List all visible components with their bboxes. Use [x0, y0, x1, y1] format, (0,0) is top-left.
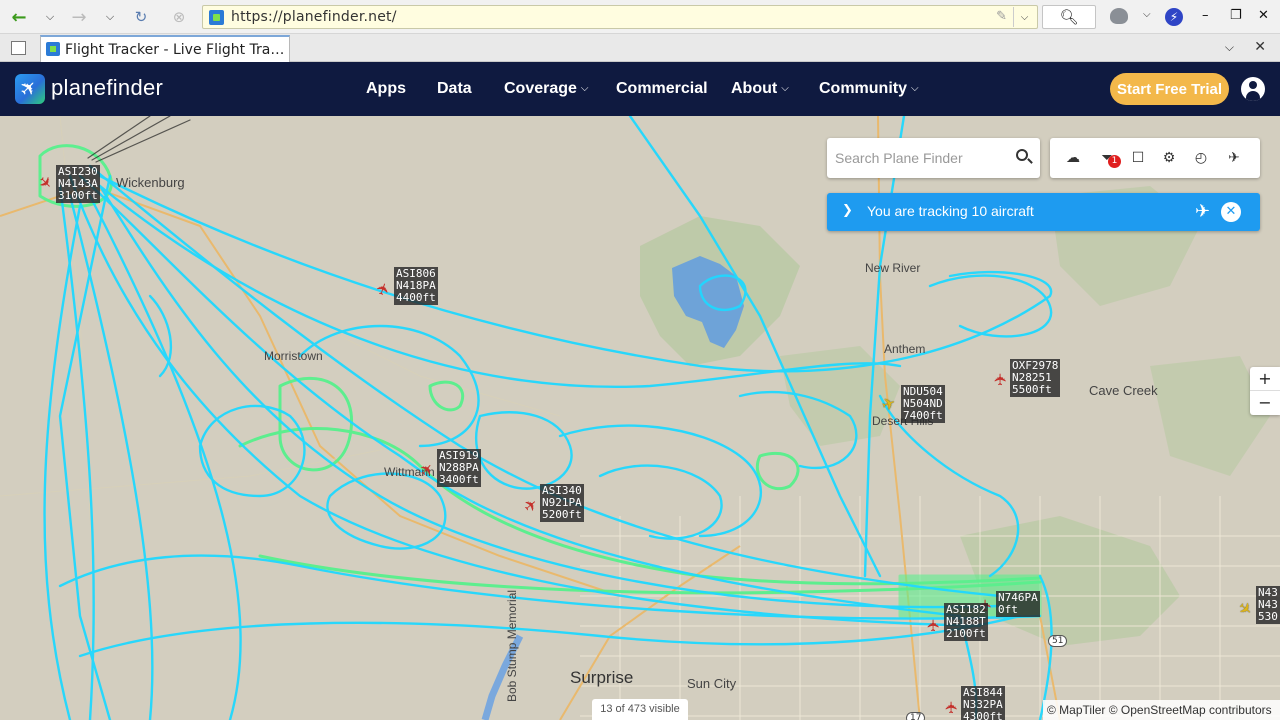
- aircraft-label[interactable]: ASI182 N4188T 2100ft: [944, 603, 988, 641]
- nav-about-label: About: [731, 80, 778, 97]
- tab-title: Flight Tracker - Live Flight Trac…: [65, 42, 285, 58]
- place-label: Cave Creek: [1089, 383, 1158, 398]
- magnifier-icon: 🔍︎: [1059, 8, 1079, 26]
- zoom-out-button[interactable]: −: [1250, 391, 1280, 415]
- gear-icon[interactable]: ⚙: [1160, 149, 1178, 167]
- plane-search-input[interactable]: [835, 144, 1005, 172]
- place-label: Wickenburg: [116, 175, 185, 190]
- filter-icon[interactable]: ⏷ 1: [1098, 149, 1121, 168]
- reload-icon[interactable]: ↻: [130, 6, 152, 28]
- minimize-window-icon[interactable]: –: [1202, 8, 1209, 23]
- search-icon[interactable]: [1016, 149, 1028, 161]
- chevron-down-icon: ⌵: [781, 83, 789, 94]
- stop-icon[interactable]: ⊗: [168, 6, 190, 28]
- logo-text[interactable]: planefinder: [51, 75, 163, 101]
- nav-apps[interactable]: Apps: [366, 80, 406, 98]
- nav-coverage-label: Coverage: [504, 80, 577, 97]
- page-icon[interactable]: [11, 41, 26, 55]
- nav-data[interactable]: Data: [437, 80, 472, 98]
- map-tools-panel: ☁ ⏷ 1 ☐ ⚙ ◴ ✈: [1050, 138, 1260, 178]
- nav-apps-label: Apps: [366, 80, 406, 97]
- nav-coverage[interactable]: Coverage ⌵: [504, 80, 589, 98]
- history-icon[interactable]: ◴: [1192, 149, 1210, 167]
- route-shield: 17: [906, 712, 926, 720]
- address-bar[interactable]: https://planefinder.net/ ✎ ⌵: [202, 5, 1038, 29]
- extension-icon[interactable]: [1110, 8, 1128, 24]
- tab-bar: Flight Tracker - Live Flight Trac… ⌵ ✕: [0, 34, 1280, 62]
- chevron-right-icon[interactable]: ❯: [842, 203, 853, 218]
- address-url[interactable]: https://planefinder.net/: [231, 9, 397, 25]
- planefinder-logo-icon[interactable]: [15, 74, 45, 104]
- close-tab-icon[interactable]: ✕: [1254, 39, 1266, 55]
- tracking-bar[interactable]: ❯ You are tracking 10 aircraft ✈ ✕: [827, 193, 1260, 231]
- bookmark-icon[interactable]: ☐: [1129, 149, 1147, 167]
- tracking-text: You are tracking 10 aircraft: [867, 203, 1034, 219]
- aircraft-label[interactable]: N746PA 0ft: [996, 591, 1040, 617]
- nav-community-label: Community: [819, 80, 907, 97]
- nav-data-label: Data: [437, 80, 472, 97]
- extension-chevron-icon[interactable]: ⌵: [1143, 9, 1151, 20]
- browser-menu-icon[interactable]: ⚡: [1165, 8, 1183, 26]
- site-favicon-icon: [209, 10, 224, 25]
- zoom-control: + −: [1250, 367, 1280, 415]
- site-header: planefinder Apps Data Coverage⌵ Commerci…: [0, 62, 1280, 116]
- back-arrow-icon[interactable]: ←: [8, 6, 30, 28]
- nav-commercial[interactable]: Commercial: [616, 80, 708, 98]
- user-account-icon[interactable]: [1241, 77, 1265, 101]
- cloud-icon[interactable]: ☁: [1064, 149, 1082, 167]
- aircraft-label[interactable]: OXF2978 N28251 5500ft: [1010, 359, 1061, 397]
- aircraft-icon[interactable]: ✈: [991, 370, 1010, 386]
- map-attribution[interactable]: © MapTiler © OpenStreetMap contributors: [1043, 700, 1280, 720]
- aircraft-icon[interactable]: ✈: [942, 698, 961, 714]
- aircraft-label[interactable]: ASI919 N288PA 3400ft: [437, 449, 481, 487]
- place-label: Sun City: [687, 676, 737, 691]
- close-tracking-icon[interactable]: ✕: [1221, 202, 1241, 222]
- visible-aircraft-count: 13 of 473 visible: [592, 699, 688, 720]
- back-history-chevron-icon[interactable]: ⌵: [43, 6, 57, 28]
- nav-community[interactable]: Community ⌵: [819, 80, 919, 98]
- url-history-chevron-icon[interactable]: ⌵: [1013, 7, 1035, 27]
- browser-search-button[interactable]: 🔍︎: [1042, 5, 1096, 29]
- tracked-aircraft-icon[interactable]: ✈: [1195, 201, 1210, 222]
- tab-favicon-icon: [46, 42, 60, 56]
- chevron-down-icon: ⌵: [911, 83, 919, 94]
- place-label: New River: [865, 261, 921, 275]
- tab-list-chevron-icon[interactable]: ⌵: [1225, 40, 1234, 55]
- map-search-panel: [827, 138, 1040, 178]
- nav-about[interactable]: About ⌵: [731, 80, 789, 98]
- tab-flight-tracker[interactable]: Flight Tracker - Live Flight Trac…: [40, 35, 290, 62]
- zoom-in-button[interactable]: +: [1250, 367, 1280, 391]
- aircraft-label[interactable]: N43 N43 530: [1256, 586, 1280, 624]
- forward-history-chevron-icon[interactable]: ⌵: [103, 6, 117, 28]
- chevron-down-icon: ⌵: [580, 83, 589, 94]
- layers-icon[interactable]: ✈: [1225, 149, 1243, 167]
- route-shield: 51: [1048, 635, 1068, 647]
- aircraft-label[interactable]: ASI806 N418PA 4400ft: [394, 267, 438, 305]
- nav-commercial-label: Commercial: [616, 80, 708, 97]
- aircraft-label[interactable]: ASI230 N4143A 3100ft: [56, 165, 100, 203]
- aircraft-label[interactable]: ASI340 N921PA 5200ft: [540, 484, 584, 522]
- place-label: Morristown: [264, 349, 323, 363]
- place-label: Bob Stump Memorial: [505, 589, 519, 702]
- aircraft-label[interactable]: ASI844 N332PA 4300ft: [961, 686, 1005, 720]
- start-free-trial-button[interactable]: Start Free Trial: [1110, 73, 1229, 105]
- close-window-icon[interactable]: ✕: [1258, 8, 1269, 23]
- restore-window-icon[interactable]: ❐: [1230, 8, 1242, 23]
- aircraft-label[interactable]: NDU504 N504ND 7400ft: [901, 385, 945, 423]
- browser-toolbar: ← ⌵ → ⌵ ↻ ⊗ https://planefinder.net/ ✎ ⌵…: [0, 0, 1280, 34]
- place-label: Surprise: [570, 668, 634, 687]
- aircraft-icon[interactable]: ✈: [924, 616, 943, 632]
- forward-arrow-icon[interactable]: →: [68, 6, 90, 28]
- place-label: Anthem: [884, 342, 926, 356]
- edit-url-icon[interactable]: ✎: [996, 9, 1007, 24]
- filter-count-badge: 1: [1108, 155, 1121, 168]
